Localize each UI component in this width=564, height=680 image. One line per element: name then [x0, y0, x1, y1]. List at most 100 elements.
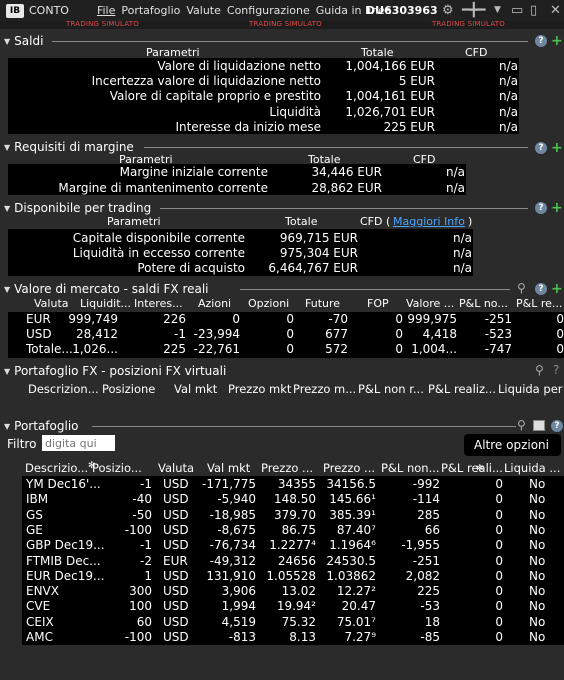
menu-portafoglio[interactable]: Portafoglio [121, 4, 180, 17]
portafoglio-cell: 145.66¹ [329, 492, 376, 507]
portafoglio-cell: 87.40⁷ [336, 522, 376, 537]
collapse-icon[interactable]: ▼ [4, 204, 10, 213]
fx-col-header[interactable]: Prezzo mkt [228, 382, 291, 396]
saldi-header[interactable]: ▼ Saldi [4, 33, 43, 49]
margine-header[interactable]: ▼ Requisiti di margine [4, 139, 134, 155]
disponibile-row-total: 6,464,767 EUR [268, 261, 358, 276]
saldi-row-total: 1,004,166 EUR [345, 59, 435, 73]
add-icon[interactable]: + [551, 201, 563, 215]
portafoglio-cell: USD [163, 538, 189, 553]
saldi-row-total: 225 EUR [383, 119, 435, 134]
pin-icon[interactable]: ⚲ [517, 418, 526, 432]
mercato-cell: -22,761 [193, 342, 240, 357]
collapse-icon[interactable]: ▼ [4, 143, 10, 152]
disponibile-header[interactable]: ▼ Disponibile per trading [4, 200, 151, 216]
fx-header[interactable]: ▼ Portafoglio FX - posizioni FX virtuali [4, 363, 226, 379]
fx-col-header[interactable]: Prezzo m... [293, 382, 356, 396]
link-icon[interactable]: ━╋━ [462, 3, 485, 18]
close-icon[interactable]: ▯ [530, 3, 537, 18]
portafoglio-cell: 24530.5 [326, 553, 376, 568]
menu-configurazione[interactable]: Configurazione [227, 4, 310, 17]
mercato-col-header[interactable]: Opzioni [248, 297, 289, 310]
portafoglio-cell: -100 [124, 630, 152, 644]
pin-icon[interactable]: ⚲ [535, 363, 544, 377]
mercato-cell: 1,026... [72, 342, 118, 357]
mercato-cell: -1 [174, 327, 186, 342]
menu-valute[interactable]: Valute [186, 4, 221, 17]
mercato-col-header[interactable]: Liquidit... [80, 297, 131, 310]
portafoglio-cell: IBM [26, 492, 49, 507]
portafoglio-cell: -1 [140, 477, 152, 491]
disponibile-col-close: ) [468, 215, 473, 228]
portafoglio-cell: USD [163, 477, 189, 491]
fx-col-header[interactable]: Posizione [102, 382, 155, 396]
pin-icon[interactable]: ⚲ [517, 281, 526, 295]
mercato-col-header[interactable]: FOP [367, 297, 389, 310]
portafoglio-col-header[interactable]: Prezzo ... [261, 461, 313, 475]
help-icon[interactable]: ? [553, 363, 559, 377]
minimize-icon[interactable]: ▭ [511, 3, 523, 18]
mercato-cell: 0 [395, 312, 403, 326]
more-options-button[interactable]: Altre opzioni ✻ [464, 434, 561, 474]
saldi-row-total: 5 EUR [398, 74, 435, 89]
portafoglio-cell: ENVX [26, 584, 59, 599]
mercato-col-header[interactable]: Valore ... [406, 297, 454, 310]
portafoglio-col-header[interactable]: Liquida ... [504, 461, 560, 475]
help-icon[interactable]: ? [535, 142, 547, 154]
mercato-col-header[interactable]: P&L re... [516, 297, 562, 310]
fx-col-header[interactable]: Liquida per [498, 382, 563, 396]
help-icon[interactable]: ? [551, 420, 563, 432]
portafoglio-cell: USD [163, 522, 189, 537]
disponibile-col-parametri: Parametri [107, 215, 161, 228]
portafoglio-col-header[interactable]: Prezzo ... [323, 461, 375, 475]
add-icon[interactable]: + [551, 34, 563, 48]
portafoglio-col-header[interactable]: Descrizio... [25, 461, 88, 475]
mercato-cell: 0 [556, 312, 564, 326]
collapse-icon[interactable]: ▼ [4, 285, 10, 294]
portafoglio-cell: 60 [136, 614, 152, 629]
portafoglio-cell: No [529, 507, 546, 522]
chevron-down-icon[interactable]: ▼ [494, 5, 501, 15]
portafoglio-col-header[interactable]: P&L non... [381, 461, 440, 475]
maggiori-info-link[interactable]: Maggiori Info [393, 215, 465, 228]
disponibile-row-cfd: n/a [452, 231, 472, 245]
mercato-col-header[interactable]: Azioni [198, 297, 231, 310]
saldi-title: Saldi [14, 34, 44, 48]
disponibile-col-totale: Totale [285, 215, 318, 228]
portafoglio-col-header[interactable]: P&L reali... [441, 461, 503, 475]
fx-col-header[interactable]: Descrizion... [28, 382, 99, 396]
mercato-col-header[interactable]: Interes... [134, 297, 183, 310]
add-icon[interactable]: + [551, 141, 563, 155]
portafoglio-cell: GE [26, 522, 43, 537]
margine-row-total: 28,862 EUR [311, 180, 382, 195]
mercato-header[interactable]: ▼ Valore di mercato - saldi FX reali [4, 281, 209, 297]
portafoglio-header[interactable]: ▼ Portafoglio [4, 418, 79, 434]
collapse-icon[interactable]: ▼ [4, 422, 10, 431]
portafoglio-cell: USD [163, 614, 189, 629]
window-icon[interactable] [533, 420, 545, 431]
gear-icon[interactable]: ⚙ [442, 3, 454, 18]
filter-input[interactable] [42, 435, 115, 451]
collapse-icon[interactable]: ▼ [4, 37, 10, 46]
help-icon[interactable]: ? [535, 283, 547, 295]
help-icon[interactable]: ? [535, 202, 547, 214]
collapse-icon[interactable]: ▼ [4, 367, 10, 376]
mercato-col-header[interactable]: Valuta [34, 297, 69, 310]
add-icon[interactable]: + [551, 282, 563, 296]
fx-col-header[interactable]: P&L non r... [358, 382, 424, 396]
fx-col-header[interactable]: Val mkt [174, 382, 217, 396]
mercato-cell: -70 [328, 312, 348, 326]
portafoglio-cell: -50 [132, 507, 152, 522]
window-icon[interactable]: ✕ [550, 3, 561, 18]
portafoglio-col-header[interactable]: Val mkt [207, 461, 250, 475]
mercato-col-header[interactable]: Future [305, 297, 340, 310]
mercato-col-header[interactable]: P&L no... [459, 297, 508, 310]
help-icon[interactable]: ? [535, 35, 547, 47]
menu-file[interactable]: File [97, 4, 115, 17]
portafoglio-cell: -2 [140, 553, 152, 568]
portafoglio-col-header[interactable]: Posizio... [92, 461, 142, 475]
portafoglio-cell: No [529, 522, 546, 537]
portafoglio-col-header[interactable]: Valuta [158, 461, 194, 475]
fx-col-header[interactable]: P&L realiz... [428, 382, 496, 396]
portafoglio-cell: 0 [495, 584, 503, 599]
